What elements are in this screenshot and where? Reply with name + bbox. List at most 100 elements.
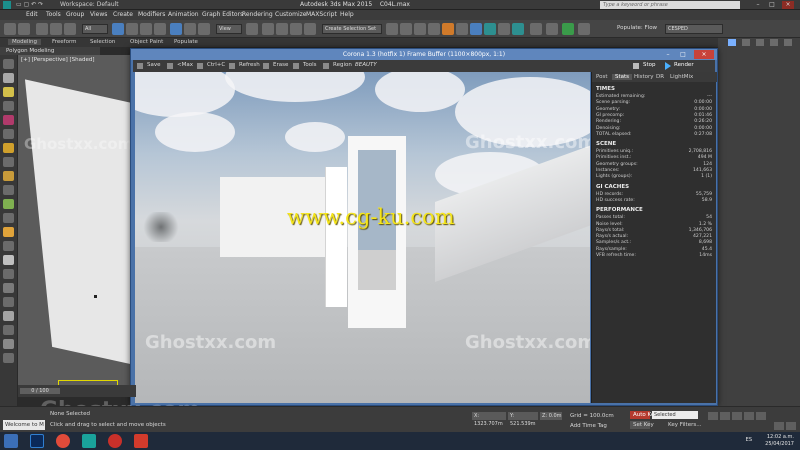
menu-create[interactable]: Create <box>113 11 133 18</box>
selection-filter-dropdown[interactable]: All <box>82 24 108 34</box>
goto-start-icon[interactable] <box>708 412 718 420</box>
tool-icon-17[interactable] <box>3 283 14 293</box>
tool-icon-21[interactable] <box>3 339 14 349</box>
corona-icon[interactable] <box>546 23 558 35</box>
x-coordinate[interactable]: X: 1323.707m <box>472 412 506 427</box>
material-editor-icon[interactable] <box>470 23 482 35</box>
tool-icon-11[interactable] <box>3 199 14 209</box>
angle-snap-icon[interactable] <box>276 23 288 35</box>
menu-group[interactable]: Group <box>66 11 84 18</box>
tab-history[interactable]: History <box>634 74 654 80</box>
window-crossing-icon[interactable] <box>154 23 166 35</box>
chrome-icon[interactable] <box>56 434 70 448</box>
curve-editor-icon[interactable] <box>442 23 454 35</box>
menu-modifiers[interactable]: Modifiers <box>138 11 165 18</box>
language-indicator[interactable]: ES <box>746 437 752 443</box>
tool-icon-2[interactable] <box>3 73 14 83</box>
region-button[interactable]: Region <box>333 62 352 68</box>
tool-icon-12[interactable] <box>3 213 14 223</box>
tool-icon-1[interactable] <box>3 59 14 69</box>
save-button[interactable]: Save <box>147 62 161 68</box>
minimize-button[interactable]: – <box>752 1 764 9</box>
app-icon-red[interactable] <box>134 434 148 448</box>
tool-icon-18[interactable] <box>3 297 14 307</box>
z-coordinate[interactable]: Z: 0.0m <box>540 412 562 420</box>
motion-tab-icon[interactable] <box>770 39 778 46</box>
percent-snap-icon[interactable] <box>290 23 302 35</box>
stop-button[interactable]: Stop <box>643 62 656 68</box>
tool-icon-6[interactable] <box>3 129 14 139</box>
hierarchy-tab-icon[interactable] <box>756 39 764 46</box>
tool-icon-8[interactable] <box>3 157 14 167</box>
zoom-icon[interactable] <box>774 422 784 430</box>
render-setup-icon[interactable] <box>484 23 496 35</box>
mirror-icon[interactable] <box>386 23 398 35</box>
link-icon[interactable] <box>36 23 48 35</box>
layer-explorer-icon[interactable] <box>414 23 426 35</box>
goto-end-icon[interactable] <box>756 412 766 420</box>
tab-dr[interactable]: DR <box>656 74 664 80</box>
time-slider[interactable]: 0 / 100 <box>20 388 60 394</box>
tab-modeling[interactable]: Modeling <box>8 39 42 45</box>
tool-icon-13[interactable] <box>3 227 14 237</box>
unlink-icon[interactable] <box>50 23 62 35</box>
recorder-icon[interactable] <box>108 434 122 448</box>
key-filters-button[interactable]: Key Filters... <box>668 422 701 428</box>
tool-icon-22[interactable] <box>3 353 14 363</box>
bind-space-warp-icon[interactable] <box>64 23 76 35</box>
maxscript-listener[interactable]: Welcome to M <box>3 420 45 430</box>
menu-customize[interactable]: Customize <box>275 11 307 18</box>
prev-frame-icon[interactable] <box>720 412 730 420</box>
schematic-view-icon[interactable] <box>456 23 468 35</box>
tools-button[interactable]: Tools <box>303 62 317 68</box>
photoshop-icon[interactable] <box>30 434 44 448</box>
key-set-dropdown[interactable]: Selected <box>652 411 698 419</box>
toggle-ribbon-icon[interactable] <box>428 23 440 35</box>
render-button[interactable]: Render <box>674 62 694 68</box>
viewport-label[interactable]: [+] [Perspective] [Shaded] <box>21 57 95 63</box>
rotate-icon[interactable] <box>184 23 196 35</box>
select-by-name-icon[interactable] <box>126 23 138 35</box>
menu-views[interactable]: Views <box>90 11 107 18</box>
search-input[interactable]: Type a keyword or phrase <box>600 1 740 9</box>
tool-icon-5[interactable] <box>3 115 14 125</box>
polygon-modeling-panel[interactable]: Polygon Modeling <box>0 47 100 55</box>
render-channel-dropdown[interactable]: BEAUTY <box>355 62 377 68</box>
tab-stats[interactable]: Stats <box>612 74 633 80</box>
tab-freeform[interactable]: Freeform <box>52 39 77 45</box>
add-time-tag[interactable]: Add Time Tag <box>570 423 607 429</box>
tool-icon-15[interactable] <box>3 255 14 265</box>
tool-icon-10[interactable] <box>3 185 14 195</box>
close-button[interactable]: × <box>782 1 794 9</box>
tool-icon-3[interactable] <box>3 87 14 97</box>
menu-animation[interactable]: Animation <box>168 11 199 18</box>
undo-icon[interactable] <box>4 23 16 35</box>
rendered-image[interactable]: Ghostxx.com Ghostxx.com Ghostxx.com www.… <box>135 72 590 403</box>
copy-button[interactable]: Ctrl+C <box>207 62 225 68</box>
app-icon[interactable] <box>3 1 11 9</box>
tool-icon-4[interactable] <box>3 101 14 111</box>
tool-icon-14[interactable] <box>3 241 14 251</box>
menu-rendering[interactable]: Rendering <box>242 11 273 18</box>
play-icon[interactable] <box>732 412 742 420</box>
named-selection-dropdown[interactable]: Create Selection Set <box>322 24 382 34</box>
move-icon[interactable] <box>170 23 182 35</box>
fb-minimize-button[interactable]: – <box>661 50 675 59</box>
modify-tab-icon[interactable] <box>742 39 750 46</box>
tool-icon-20[interactable] <box>3 325 14 335</box>
erase-button[interactable]: Erase <box>273 62 288 68</box>
rendered-frame-window-icon[interactable] <box>498 23 510 35</box>
scale-icon[interactable] <box>198 23 210 35</box>
3dsmax-icon[interactable] <box>82 434 96 448</box>
tool-icon-7[interactable] <box>3 143 14 153</box>
menu-edit[interactable]: Edit <box>26 11 38 18</box>
reference-coord-dropdown[interactable]: View <box>216 24 242 34</box>
tab-populate[interactable]: Populate <box>174 39 198 45</box>
redo-icon[interactable] <box>18 23 30 35</box>
menu-help[interactable]: Help <box>340 11 354 18</box>
object-name-field[interactable]: CESPED <box>665 24 723 34</box>
align-icon[interactable] <box>400 23 412 35</box>
perspective-viewport[interactable]: [+] [Perspective] [Shaded] Ghostxx.com <box>18 55 136 385</box>
taskbar-clock[interactable]: 12:02 a.m. 25/04/2017 <box>765 434 794 448</box>
tab-post[interactable]: Post <box>596 74 608 80</box>
